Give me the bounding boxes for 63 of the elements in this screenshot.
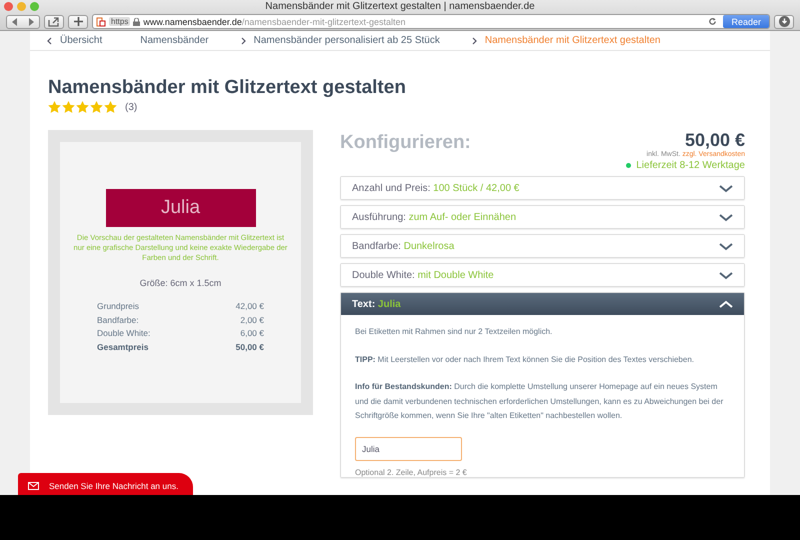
size-text: Größe: 6cm x 1.5cm xyxy=(140,278,222,288)
contact-button[interactable]: Senden Sie Ihre Nachricht an uns. xyxy=(18,473,194,495)
back-forward-button[interactable] xyxy=(6,14,40,28)
status-dot xyxy=(626,163,632,168)
chevron-left-icon xyxy=(47,36,52,44)
url-text: www.namensbaender.de/namensbaender-mit-glitzertext-gestalten xyxy=(143,16,406,26)
option-label: Text: Julia xyxy=(352,298,401,310)
envelope-icon xyxy=(28,482,39,490)
accordion-header[interactable]: Anzahl und Preis: 100 Stück / 42,00 € xyxy=(341,177,744,199)
review-count: (3) xyxy=(125,102,138,112)
window-title: Namensbänder mit Glitzertext gestalten | namensbaender.de xyxy=(264,1,536,12)
total-label: Gesamtpreis xyxy=(97,340,148,354)
chevron-right-icon xyxy=(472,36,477,44)
price-label: Double White: xyxy=(97,327,150,340)
info-paragraph: Bei Etiketten mit Rahmen sind nur 2 Textzeilen möglich. xyxy=(355,326,554,338)
lock-icon xyxy=(133,18,140,26)
price-label: Grundpreis xyxy=(97,300,140,314)
price: 50,00 € xyxy=(684,130,745,150)
close-icon[interactable] xyxy=(4,2,13,11)
optional-note: Optional 2. Zeile, Aufpreis = 2 € xyxy=(355,468,468,476)
configure-heading: Konfigurieren: xyxy=(340,132,471,155)
option-label: Double White: mit Double White xyxy=(352,270,494,280)
name-label-preview: Julia xyxy=(106,189,256,227)
accordion-header[interactable]: Text: Julia xyxy=(341,293,744,315)
https-badge: https xyxy=(109,17,130,26)
accordion-header[interactable]: Ausführung: zum Auf- oder Einnähen xyxy=(341,206,744,228)
star-icon xyxy=(48,101,61,113)
option-label: Bandfarbe: Dunkelrosa xyxy=(352,240,454,252)
star-icon xyxy=(104,101,117,113)
site-icon xyxy=(96,16,106,26)
info-paragraph: TIPP: Mit Leerstellen vor oder nach Ihrem Text können Sie die Position des Textes verschieben. xyxy=(355,354,695,366)
download-button[interactable] xyxy=(774,14,794,28)
chevron-down-icon xyxy=(719,270,733,280)
product-title: Namensbänder mit Glitzertext gestalten xyxy=(48,77,407,99)
delivery-time: Lieferzeit 8-12 Werktage xyxy=(636,160,745,171)
info-paragraph: Info für Bestandskunden: Durch die komplette Umstellung unserer Homepage auf ein neues System und die damit verbundenen technischen erforderlichen Umstellungen, kann es zu Abweichungen bei der Schriftgröße kommen, wenn Sie Ihre "alten Etiketten" nachbestellen wollen. xyxy=(355,381,724,422)
plus-icon xyxy=(74,17,82,26)
share-button[interactable] xyxy=(44,14,64,28)
accordion-header[interactable]: Bandfarbe: Dunkelrosa xyxy=(341,235,744,257)
star-icon xyxy=(62,101,75,113)
chevron-right-icon xyxy=(240,36,246,44)
price-value: 6,00 € xyxy=(240,327,264,340)
reload-icon[interactable] xyxy=(708,17,718,26)
chevron-down-icon xyxy=(719,242,733,250)
total-value: 50,00 € xyxy=(236,340,264,354)
price-value: 42,00 € xyxy=(236,300,264,314)
text-input-field[interactable]: Julia xyxy=(355,436,462,460)
address-field[interactable]: https www.namensbaender.de/namensbaender-mit-glitzertext-gestalten Reader xyxy=(92,14,770,29)
breadcrumb-link[interactable]: Namensbänder xyxy=(140,35,209,46)
new-tab-button[interactable] xyxy=(68,14,88,28)
option-label: Ausführung: zum Auf- oder Einnähen xyxy=(352,212,516,222)
chevron-down-icon xyxy=(719,212,733,222)
price-label: Bandfarbe: xyxy=(97,314,139,327)
star-icon xyxy=(90,101,103,113)
option-label: Anzahl und Preis: 100 Stück / 42,00 € xyxy=(352,182,520,194)
reader-button[interactable]: Reader xyxy=(723,15,769,28)
star-icon xyxy=(76,101,89,113)
chevron-up-icon xyxy=(719,300,733,308)
breadcrumb-link[interactable]: Namensbänder personalisiert ab 25 Stück xyxy=(254,35,440,46)
chevron-down-icon xyxy=(719,184,733,192)
accordion-header[interactable]: Double White: mit Double White xyxy=(341,264,744,286)
breadcrumb-link[interactable]: Übersicht xyxy=(60,35,102,46)
price-value: 2,00 € xyxy=(240,314,264,327)
